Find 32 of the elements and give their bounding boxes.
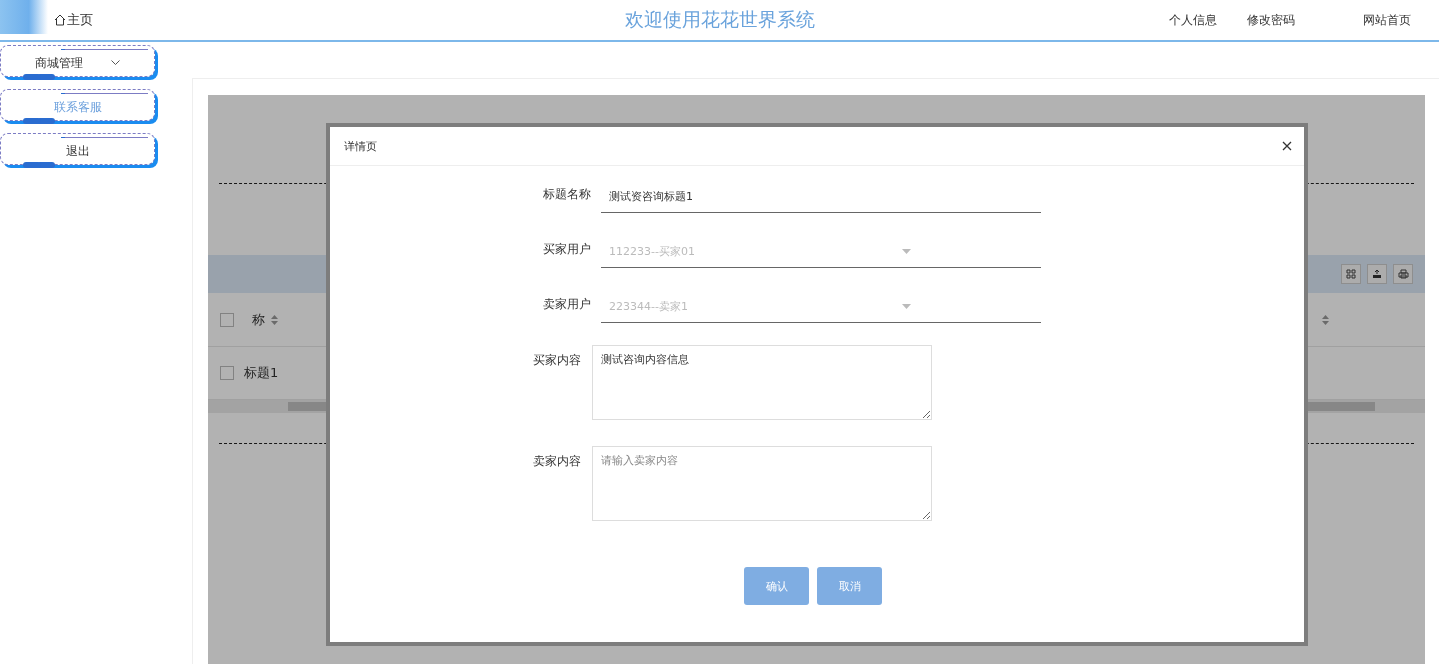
dropdown-caret-icon — [902, 303, 911, 309]
field-label: 卖家用户 — [542, 296, 591, 313]
home-link[interactable]: 主页 — [54, 11, 93, 29]
grid-icon — [1346, 269, 1356, 279]
dialog-title: 详情页 — [344, 138, 377, 154]
header-link[interactable]: 个人信息 — [1169, 11, 1217, 29]
close-button[interactable] — [1282, 141, 1292, 151]
field-label: 卖家内容 — [532, 453, 581, 470]
home-icon — [54, 14, 66, 26]
header-link[interactable]: 网站首页 — [1363, 11, 1411, 29]
print-icon — [1397, 269, 1409, 279]
field-label: 买家内容 — [532, 352, 581, 369]
text-field[interactable]: 测试资咨询标题1 — [601, 180, 1041, 213]
sort-icon[interactable] — [271, 314, 278, 325]
header-decoration — [0, 0, 48, 34]
column-header: 称 — [252, 310, 265, 329]
checkbox[interactable] — [220, 312, 234, 327]
sidebar-item[interactable]: 商城管理 — [0, 45, 155, 77]
table-cell: 标题1 — [244, 364, 279, 382]
export-icon — [1372, 269, 1382, 279]
print-button[interactable] — [1393, 264, 1413, 284]
columns-button[interactable] — [1341, 264, 1361, 284]
checkbox[interactable] — [220, 366, 234, 380]
sidebar-item[interactable]: 退出 — [0, 133, 155, 165]
textarea-field[interactable]: 请输入卖家内容 — [592, 446, 932, 521]
sort-icon[interactable] — [1322, 315, 1329, 325]
header-link[interactable]: 修改密码 — [1247, 11, 1295, 29]
textarea-field[interactable]: 测试咨询内容信息 — [592, 345, 932, 420]
page-title: 欢迎使用花花世界系统 — [624, 8, 815, 30]
export-button[interactable] — [1367, 264, 1387, 284]
field-label: 标题名称 — [542, 186, 591, 203]
field-label: 买家用户 — [542, 241, 591, 258]
